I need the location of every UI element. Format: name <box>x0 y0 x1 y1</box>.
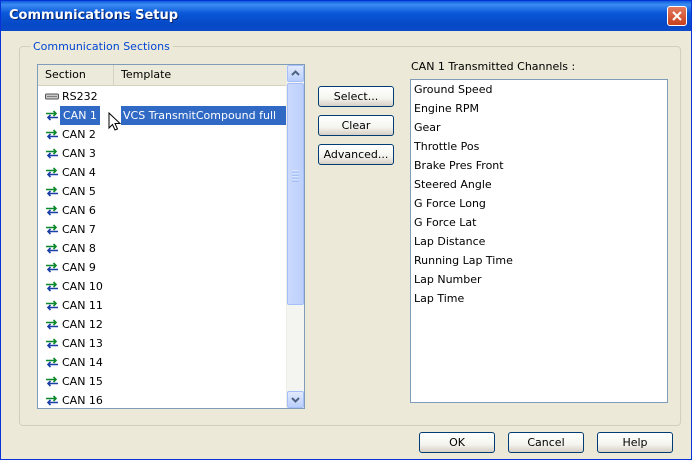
can-arrows-icon <box>46 148 58 159</box>
communication-sections-label: Communication Sections <box>30 40 173 53</box>
scroll-thumb[interactable] <box>287 83 304 305</box>
can-arrows-icon <box>46 186 58 197</box>
channel-item[interactable]: Brake Pres Front <box>411 156 667 175</box>
ok-button[interactable]: OK <box>419 432 495 453</box>
vertical-scrollbar[interactable] <box>286 65 304 408</box>
channel-item[interactable]: Running Lap Time <box>411 251 667 270</box>
section-row[interactable]: CAN 10 <box>38 277 288 296</box>
channel-item[interactable]: G Force Lat <box>411 213 667 232</box>
channel-item[interactable]: Steered Angle <box>411 175 667 194</box>
window-title: Communications Setup <box>9 8 179 23</box>
channel-items: Ground Speed Engine RPM Gear Throttle Pos Br… <box>411 80 667 308</box>
title-bar[interactable]: Communications Setup <box>1 1 691 31</box>
can-arrows-icon <box>46 224 58 235</box>
help-button[interactable]: Help <box>597 432 673 453</box>
section-name: CAN 5 <box>62 185 96 198</box>
can-arrows-icon <box>46 243 58 254</box>
section-name: CAN 10 <box>62 280 103 293</box>
chevron-down-icon <box>291 397 300 403</box>
channel-item[interactable]: Ground Speed <box>411 80 667 99</box>
can-arrows-icon <box>46 110 58 121</box>
select-button[interactable]: Select... <box>318 86 394 107</box>
transmitted-channels-list[interactable]: Ground Speed Engine RPM Gear Throttle Pos Br… <box>410 79 668 403</box>
section-name: CAN 13 <box>62 337 103 350</box>
section-name: CAN 9 <box>62 261 96 274</box>
section-name: RS232 <box>62 90 98 103</box>
can-arrows-icon <box>46 129 58 140</box>
section-name: CAN 8 <box>62 242 96 255</box>
listview-header: Section Template <box>38 65 288 86</box>
section-row[interactable]: CAN 9 <box>38 258 288 277</box>
scroll-up-button[interactable] <box>287 65 304 82</box>
section-name: CAN 2 <box>62 128 96 141</box>
section-row[interactable]: CAN 4 <box>38 163 288 182</box>
section-name: CAN 12 <box>62 318 103 331</box>
can-arrows-icon <box>46 395 58 406</box>
section-row[interactable]: RS232 <box>38 87 288 106</box>
channel-item[interactable]: Engine RPM <box>411 99 667 118</box>
section-row[interactable]: CAN 5 <box>38 182 288 201</box>
section-name: CAN 16 <box>62 394 103 407</box>
can-arrows-icon <box>46 167 58 178</box>
section-row[interactable]: CAN 14 <box>38 353 288 372</box>
sections-listview[interactable]: Section Template RS232 CAN 1 VCS TransmitC… <box>37 64 305 409</box>
advanced-button[interactable]: Advanced... <box>318 144 394 165</box>
channel-item[interactable]: Gear <box>411 118 667 137</box>
can-arrows-icon <box>46 376 58 387</box>
scroll-down-button[interactable] <box>287 391 304 408</box>
mouse-cursor-icon <box>108 112 122 131</box>
section-row[interactable]: CAN 8 <box>38 239 288 258</box>
close-icon <box>672 11 682 21</box>
can-arrows-icon <box>46 357 58 368</box>
section-name: CAN 6 <box>62 204 96 217</box>
section-name: CAN 7 <box>62 223 96 236</box>
section-row[interactable]: CAN 3 <box>38 144 288 163</box>
can-arrows-icon <box>46 205 58 216</box>
section-name: CAN 14 <box>62 356 103 369</box>
channel-item[interactable]: Throttle Pos <box>411 137 667 156</box>
section-name: CAN 15 <box>62 375 103 388</box>
section-rows: RS232 CAN 1 VCS TransmitCompound full CAN 2… <box>38 87 288 408</box>
chevron-up-icon <box>291 70 300 76</box>
grip-icon <box>292 170 299 182</box>
template-name: VCS TransmitCompound full <box>121 106 288 125</box>
section-row[interactable]: CAN 13 <box>38 334 288 353</box>
section-name: CAN 11 <box>62 299 103 312</box>
channel-item[interactable]: Lap Number <box>411 270 667 289</box>
section-row[interactable]: CAN 7 <box>38 220 288 239</box>
can-arrows-icon <box>46 262 58 273</box>
channel-item[interactable]: Lap Time <box>411 289 667 308</box>
section-row[interactable]: CAN 2 <box>38 125 288 144</box>
section-row[interactable]: CAN 16 <box>38 391 288 408</box>
clear-button[interactable]: Clear <box>318 115 394 136</box>
column-header-template[interactable]: Template <box>114 65 288 85</box>
cancel-button[interactable]: Cancel <box>508 432 584 453</box>
can-arrows-icon <box>46 338 58 349</box>
can-arrows-icon <box>46 281 58 292</box>
section-row[interactable]: CAN 6 <box>38 201 288 220</box>
channel-item[interactable]: G Force Long <box>411 194 667 213</box>
can-arrows-icon <box>46 300 58 311</box>
section-name: CAN 3 <box>62 147 96 160</box>
can-arrows-icon <box>46 319 58 330</box>
section-name: CAN 4 <box>62 166 96 179</box>
section-row[interactable]: CAN 1 VCS TransmitCompound full <box>38 106 288 125</box>
channel-item[interactable]: Lap Distance <box>411 232 667 251</box>
section-name: CAN 1 <box>60 106 100 125</box>
section-row[interactable]: CAN 12 <box>38 315 288 334</box>
close-button[interactable] <box>667 6 687 26</box>
transmitted-channels-label: CAN 1 Transmitted Channels : <box>411 60 576 73</box>
column-header-section[interactable]: Section <box>38 65 114 85</box>
section-row[interactable]: CAN 15 <box>38 372 288 391</box>
serial-port-icon <box>45 93 59 100</box>
section-row[interactable]: CAN 11 <box>38 296 288 315</box>
